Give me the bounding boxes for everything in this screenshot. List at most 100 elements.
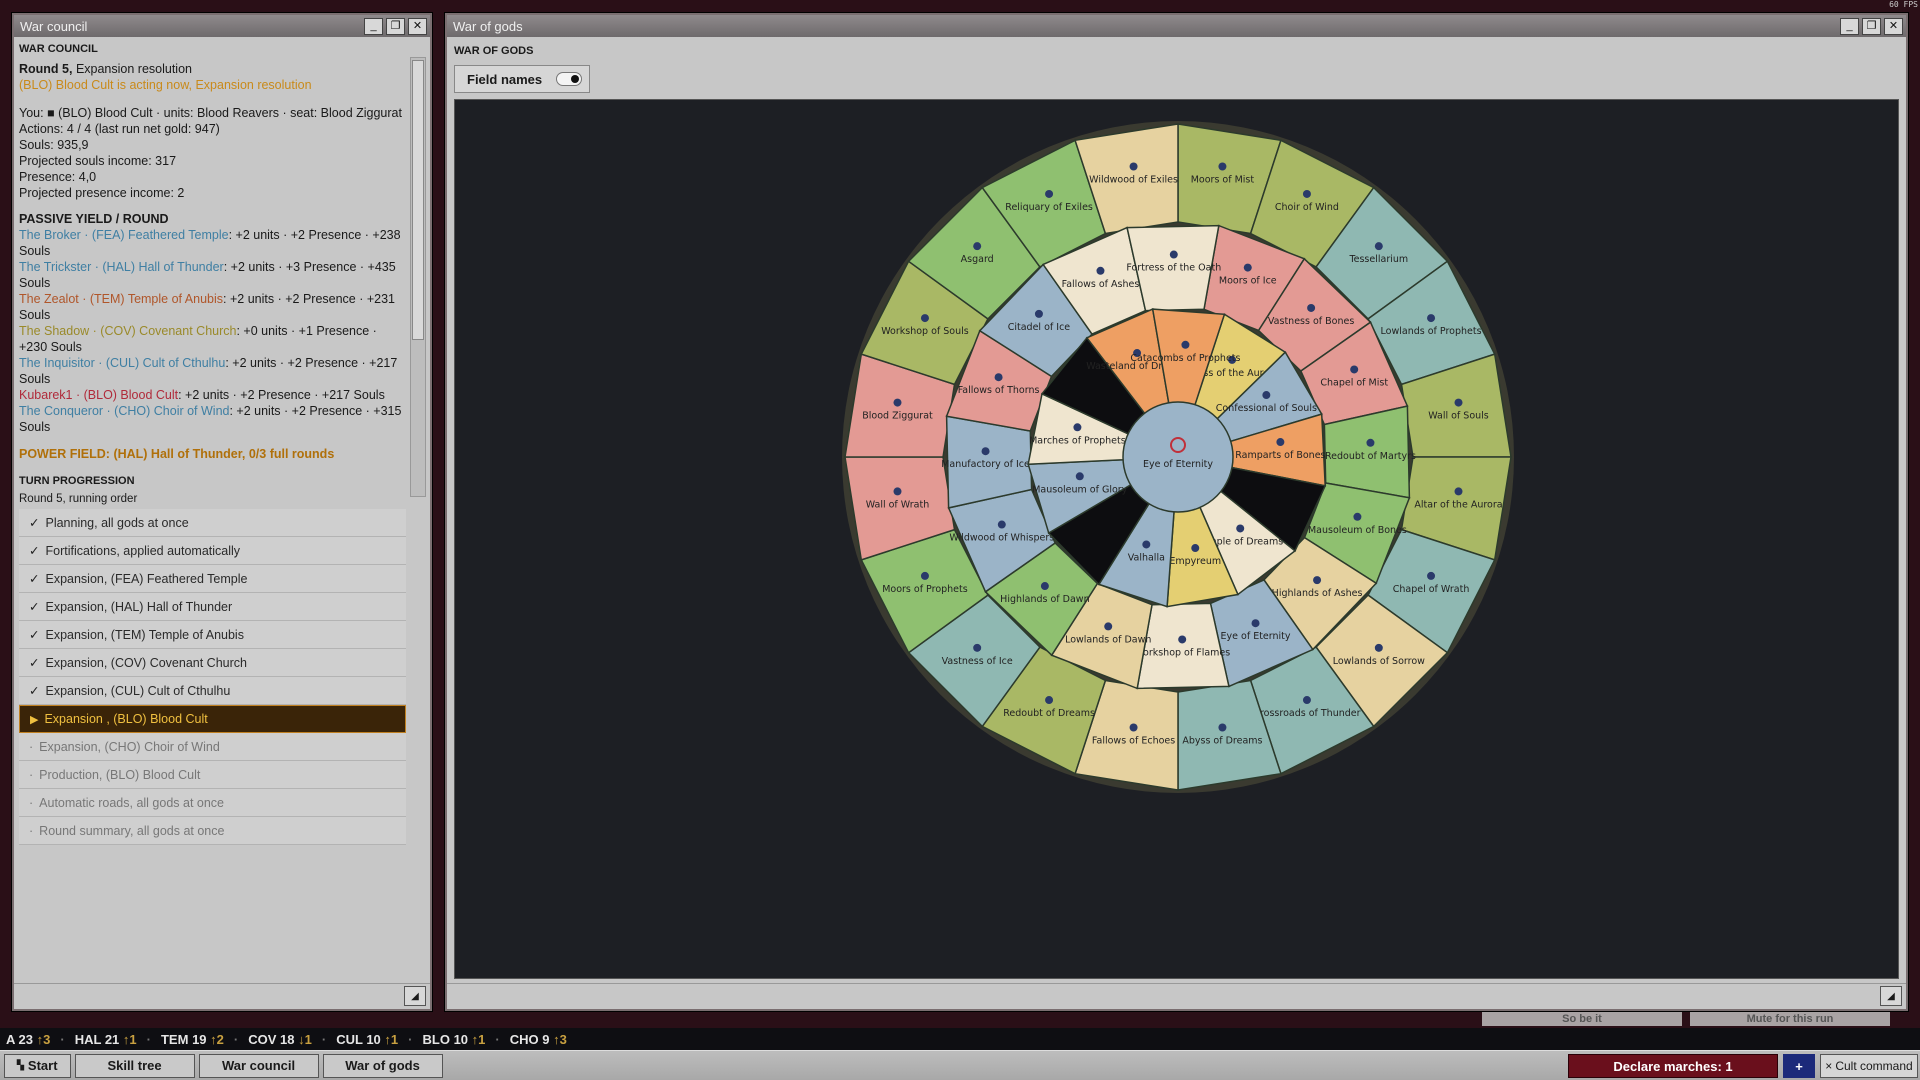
war-council-titlebar[interactable]: War council _ ❐ ✕ <box>14 15 430 37</box>
unit-icon <box>1302 696 1311 705</box>
maximize-icon[interactable]: ❐ <box>386 17 405 35</box>
player-stat-line: Projected souls income: 317 <box>19 154 177 168</box>
map-field-center[interactable]: Eye of Eternity <box>1122 401 1234 513</box>
score-item: COV 18 ↓1 <box>248 1031 312 1047</box>
field-names-toggle[interactable]: Field names <box>454 65 590 93</box>
field-name: Eye of Eternity <box>1143 459 1213 470</box>
field-name: Tessellarium <box>1348 254 1408 265</box>
score-bar: A 23 ↑3 · HAL 21 ↑1 · TEM 19 ↑2 · COV 18 ↓1 · CU… <box>0 1028 1920 1050</box>
toggle-switch-icon[interactable] <box>556 72 583 86</box>
panel-header: WAR OF GODS <box>454 45 534 57</box>
turn-step[interactable]: Expansion, (TEM) Temple of Anubis <box>19 621 406 649</box>
field-name: Fallows of Thorns <box>958 385 1040 396</box>
war-of-gods-titlebar[interactable]: War of gods _ ❐ ✕ <box>447 15 1906 37</box>
unit-icon <box>893 487 902 496</box>
unit-icon <box>1218 162 1227 171</box>
war-council-body: WAR COUNCIL Round 5, Expansion resolutio… <box>14 37 430 983</box>
unit-icon <box>1178 635 1187 644</box>
field-name: Abyss of Dreams <box>1182 736 1262 747</box>
score-item: HAL 21 ↑1 <box>74 1031 137 1047</box>
field-name: Vastness of Bones <box>1268 316 1354 327</box>
unit-icon <box>1251 619 1260 628</box>
close-icon[interactable]: ✕ <box>1884 17 1903 35</box>
unit-icon <box>1040 582 1049 591</box>
cult-command-button[interactable]: × Cult command <box>1820 1054 1918 1078</box>
turn-step[interactable]: Round summary, all gods at once <box>19 817 406 845</box>
field-name: Eye of Eternity <box>1221 631 1291 642</box>
turn-step[interactable]: Expansion, (FEA) Feathered Temple <box>19 565 406 593</box>
unit-icon <box>1045 696 1054 705</box>
field-name: Fallows of Echoes <box>1092 736 1175 747</box>
unit-icon <box>1313 576 1322 585</box>
maximize-icon[interactable]: ❐ <box>1862 17 1881 35</box>
so-be-it-button[interactable]: So be it <box>1482 1012 1682 1026</box>
turn-step[interactable]: Expansion , (BLO) Blood Cult <box>19 705 406 733</box>
board-map[interactable]: Moors of Mist Choir of Wind Tessellarium Lo… <box>455 100 1899 979</box>
unit-icon <box>1218 723 1227 732</box>
war-council-button[interactable]: War council <box>198 1053 319 1078</box>
field-name: Confessional of Souls <box>1216 403 1317 414</box>
unit-icon <box>1353 512 1362 521</box>
turn-step[interactable]: Expansion, (COV) Covenant Church <box>19 649 406 677</box>
passive-yield-list: The Broker · (FEA) Feathered Temple: +2 … <box>19 227 408 435</box>
plus-button[interactable]: + <box>1783 1054 1815 1078</box>
score-item: A 23 ↑3 <box>6 1031 51 1047</box>
unit-icon <box>1045 189 1054 198</box>
map-view[interactable]: Moors of Mist Choir of Wind Tessellarium Lo… <box>454 99 1899 979</box>
player-stat-line: Projected presence income: 2 <box>19 186 185 200</box>
field-name: Citadel of Ice <box>1008 322 1071 333</box>
field-name: Vastness of Ice <box>942 656 1013 667</box>
field-name: Workshop of Souls <box>881 326 969 337</box>
turn-step[interactable]: Expansion, (CHO) Choir of Wind <box>19 733 406 761</box>
score-item: CHO 9 ↑3 <box>509 1031 567 1047</box>
start-button[interactable]: ▚ Start <box>4 1053 71 1078</box>
unit-icon <box>1236 524 1245 533</box>
field-name: Lowlands of Dawn <box>1065 634 1151 645</box>
declare-marches-button[interactable]: Declare marches: 1 <box>1568 1054 1778 1078</box>
mute-run-button[interactable]: Mute for this run <box>1690 1012 1890 1026</box>
unit-icon <box>1073 423 1082 432</box>
turn-step[interactable]: Production, (BLO) Blood Cult <box>19 761 406 789</box>
unit-icon <box>920 314 929 323</box>
unit-icon <box>920 571 929 580</box>
turn-step[interactable]: Fortifications, applied automatically <box>19 537 406 565</box>
collapse-arrow-icon[interactable]: ◢ <box>404 986 426 1006</box>
unit-icon <box>1427 571 1436 580</box>
war-of-gods-button[interactable]: War of gods <box>322 1053 443 1078</box>
turn-step[interactable]: Expansion, (HAL) Hall of Thunder <box>19 593 406 621</box>
field-name: Chapel of Wrath <box>1393 584 1470 595</box>
player-stats: You: ■ (BLO) Blood Cult · units: Blood R… <box>19 105 408 201</box>
unit-icon <box>973 242 982 251</box>
scrollbar[interactable] <box>410 57 426 497</box>
acting-line: (BLO) Blood Cult is acting now, Expansio… <box>19 78 312 92</box>
close-icon[interactable]: ✕ <box>408 17 427 35</box>
unit-icon <box>994 373 1003 382</box>
turn-step-list: Planning, all gods at onceFortifications… <box>19 509 408 845</box>
field-name: Highlands of Ashes <box>1272 588 1363 599</box>
turn-step[interactable]: Automatic roads, all gods at once <box>19 789 406 817</box>
unit-icon <box>1142 540 1151 549</box>
dialog-buttons: So be it Mute for this run <box>1482 1012 1890 1026</box>
unit-icon <box>1191 544 1200 553</box>
unit-icon <box>1276 438 1285 447</box>
minimize-icon[interactable]: _ <box>1840 17 1859 35</box>
status-strip <box>14 983 430 1009</box>
field-name: Mausoleum of Glory <box>1032 484 1127 495</box>
score-item: BLO 10 ↑1 <box>422 1031 486 1047</box>
field-name: Wildwood of Whispers <box>949 533 1054 544</box>
toggle-label: Field names <box>467 71 543 87</box>
field-name: Reliquary of Exiles <box>1005 202 1093 213</box>
scrollbar-thumb[interactable] <box>412 60 424 340</box>
turn-step[interactable]: Expansion, (CUL) Cult of Cthulhu <box>19 677 406 705</box>
field-name: Asgard <box>961 254 994 265</box>
status-strip <box>447 983 1906 1009</box>
unit-icon <box>997 520 1006 529</box>
field-name: Lowlands of Prophets <box>1381 326 1482 337</box>
unit-icon <box>1243 263 1252 272</box>
minimize-icon[interactable]: _ <box>364 17 383 35</box>
field-name: Manufactory of Ice <box>941 459 1030 470</box>
skill-tree-button[interactable]: Skill tree <box>74 1053 195 1078</box>
round-line: Round 5, Expansion resolution <box>19 62 192 76</box>
collapse-arrow-icon[interactable]: ◢ <box>1880 986 1902 1006</box>
turn-step[interactable]: Planning, all gods at once <box>19 509 406 537</box>
